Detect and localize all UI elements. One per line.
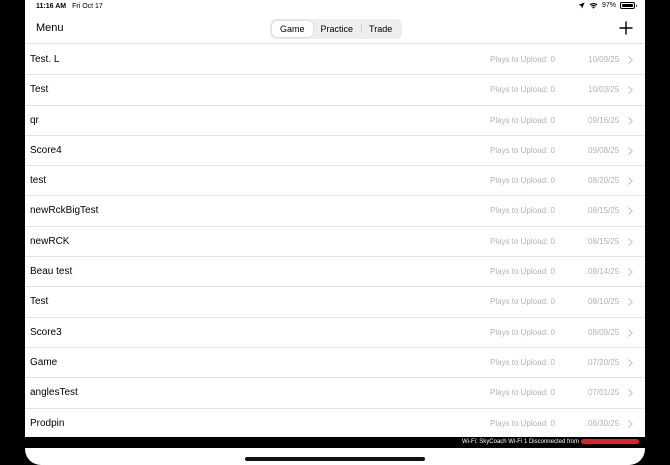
item-name: Test [30,296,49,308]
chevron-right-icon [628,207,633,216]
status-right: 97% [578,2,637,9]
item-date: 09/16/25 [588,115,620,125]
list-item[interactable]: Score3 Plays to Upload: 0 08/09/25 [25,318,645,348]
plays-to-upload: Plays to Upload: 0 [490,388,555,398]
item-date: 07/20/25 [588,357,620,367]
app-screen: 11:16 AM Fri Oct 17 97% Menu Game Practi… [25,0,645,465]
plays-to-upload: Plays to Upload: 0 [490,85,555,95]
segment-trade[interactable]: Trade [361,21,400,37]
plays-to-upload: Plays to Upload: 0 [490,145,555,155]
item-date: 08/09/25 [588,327,620,337]
status-left: 11:16 AM Fri Oct 17 [36,3,103,10]
battery-icon [620,2,637,9]
chevron-right-icon [628,147,633,155]
item-date: 07/01/25 [588,388,620,398]
segment-game[interactable]: Game [272,21,313,37]
plays-to-upload: Plays to Upload: 0 [490,357,555,367]
chevron-right-icon [628,359,633,367]
plays-to-upload: Plays to Upload: 0 [490,418,555,428]
battery-tip [635,5,637,7]
item-date: 08/10/25 [588,297,620,307]
item-name: qr [30,114,39,126]
connection-banner: Wi-Fi: SkyCoach Wi-Fi 1 Disconnected fro… [25,437,645,448]
item-date: 08/15/25 [588,236,620,246]
item-name: Test [30,84,49,96]
item-name: Beau test [30,266,73,278]
list-item[interactable]: Test Plays to Upload: 0 08/10/25 [25,287,645,318]
menu-button[interactable]: Menu [36,22,64,34]
item-name: anglesTest [30,387,78,399]
redaction-mark [581,438,639,444]
list-item[interactable]: Test. L Plays to Upload: 0 10/09/25 [25,45,645,76]
list-item[interactable]: Score4 Plays to Upload: 0 09/08/25 [25,136,645,167]
list-item[interactable]: Test Plays to Upload: 0 10/03/25 [25,75,645,106]
list-item[interactable]: Prodpin Plays to Upload: 0 06/30/25 [25,409,645,439]
wifi-icon [589,2,598,9]
list-item[interactable]: anglesTest Plays to Upload: 0 07/01/25 [25,378,645,409]
item-date: 08/14/25 [588,267,620,277]
list-item[interactable]: Beau test Plays to Upload: 0 08/14/25 [25,257,645,288]
plays-to-upload: Plays to Upload: 0 [490,267,555,277]
plays-to-upload: Plays to Upload: 0 [490,236,555,246]
list-item[interactable]: qr Plays to Upload: 0 09/16/25 [25,106,645,136]
home-indicator[interactable] [245,457,425,461]
item-date: 10/03/25 [588,85,620,95]
item-name: Score3 [30,326,62,338]
nav-bar: Menu Game Practice Trade [25,14,645,44]
chevron-right-icon [628,56,633,64]
plays-to-upload: Plays to Upload: 0 [490,115,555,125]
banner-text: Wi-Fi: SkyCoach Wi-Fi 1 Disconnected fro… [461,439,579,445]
battery-percent: 97% [601,2,616,9]
battery-fill [622,4,633,7]
item-date: 08/20/25 [588,176,620,186]
chevron-right-icon [628,116,633,125]
game-list: Test. L Plays to Upload: 0 10/09/25 Test Pla… [25,45,645,439]
plus-icon[interactable] [619,21,633,35]
status-bar: 11:16 AM Fri Oct 17 97% [25,0,645,14]
chevron-right-icon [628,177,633,185]
item-name: Prodpin [30,417,65,429]
item-name: newRckBigTest [30,205,99,217]
chevron-right-icon [628,86,633,95]
plays-to-upload: Plays to Upload: 0 [490,297,555,307]
item-name: Test. L [30,54,60,65]
list-item[interactable]: newRCK Plays to Upload: 0 08/15/25 [25,227,645,258]
device-frame: 11:16 AM Fri Oct 17 97% Menu Game Practi… [0,0,670,465]
mode-segmented-control: Game Practice Trade [270,19,403,39]
chevron-right-icon [628,238,633,246]
chevron-right-icon [628,389,633,398]
status-time: 11:16 AM [36,3,67,10]
item-name: Score4 [30,144,62,156]
item-name: newRCK [30,235,70,247]
list-item[interactable]: newRckBigTest Plays to Upload: 0 08/15/25 [25,196,645,227]
chevron-right-icon [628,298,633,307]
item-date: 08/15/25 [588,206,620,216]
plays-to-upload: Plays to Upload: 0 [490,55,555,64]
segment-practice[interactable]: Practice [313,21,362,37]
item-date: 09/08/25 [588,145,620,155]
list-item[interactable]: Game Plays to Upload: 0 07/20/25 [25,348,645,379]
status-date: Fri Oct 17 [72,3,103,10]
chevron-right-icon [628,328,633,337]
item-date: 06/30/25 [588,418,620,428]
location-arrow-icon [578,2,585,9]
item-date: 10/09/25 [588,55,620,64]
chevron-right-icon [628,268,633,276]
chevron-right-icon [628,419,633,428]
plays-to-upload: Plays to Upload: 0 [490,327,555,337]
plays-to-upload: Plays to Upload: 0 [490,176,555,186]
item-name: Game [30,356,58,368]
list-item[interactable]: test Plays to Upload: 0 08/20/25 [25,166,645,197]
item-name: test [30,175,47,187]
plays-to-upload: Plays to Upload: 0 [490,206,555,216]
